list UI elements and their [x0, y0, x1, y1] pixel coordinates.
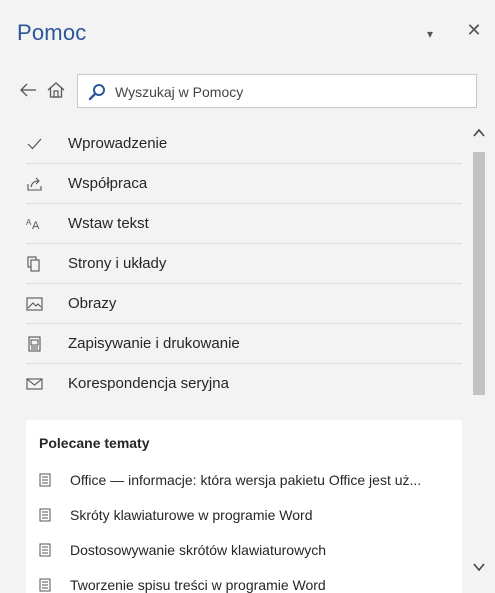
- document-icon: [39, 473, 51, 487]
- picture-icon: [26, 297, 43, 311]
- topic-link[interactable]: Tworzenie spisu treści w programie Word: [39, 571, 459, 593]
- help-pane: Pomoc ▾ ✕ Wprowadzenie Ws: [0, 0, 495, 593]
- document-icon: [39, 543, 51, 557]
- recommended-topics-title: Polecane tematy: [39, 435, 150, 451]
- arrow-left-icon[interactable]: [18, 80, 38, 100]
- pane-title: Pomoc: [17, 20, 87, 45]
- document-icon: [39, 508, 51, 522]
- topic-label: Dostosowywanie skrótów klawiaturowych: [70, 542, 326, 558]
- share-icon: [27, 177, 42, 191]
- category-label: Obrazy: [68, 295, 117, 312]
- recommended-topics-panel: Polecane tematy Office — informacje: któ…: [26, 420, 462, 593]
- search-icon: [88, 84, 105, 101]
- home-icon[interactable]: [46, 80, 66, 100]
- category-item-wprowadzenie[interactable]: Wprowadzenie: [26, 124, 462, 164]
- topic-link[interactable]: Skróty klawiaturowe w programie Word: [39, 501, 459, 531]
- category-item-korespondencja-seryjna[interactable]: Korespondencja seryjna: [26, 364, 462, 404]
- topic-link[interactable]: Office — informacje: która wersja pakiet…: [39, 466, 459, 496]
- topic-label: Office — informacje: która wersja pakiet…: [70, 472, 422, 488]
- topic-label: Tworzenie spisu treści w programie Word: [70, 577, 326, 593]
- printer-icon: [28, 336, 41, 352]
- topic-link[interactable]: Dostosowywanie skrótów klawiaturowych: [39, 536, 459, 566]
- chevron-up-icon[interactable]: [472, 126, 486, 140]
- topic-label: Skróty klawiaturowe w programie Word: [70, 507, 313, 523]
- search-box[interactable]: [77, 74, 477, 109]
- document-icon: [39, 578, 51, 592]
- help-content-list: Wprowadzenie Współpraca A A Wstaw tekst …: [0, 120, 470, 593]
- category-label: Zapisywanie i drukowanie: [68, 335, 240, 352]
- category-item-zapisywanie-i-drukowanie[interactable]: Zapisywanie i drukowanie: [26, 324, 462, 364]
- scrollbar-thumb[interactable]: [473, 152, 485, 395]
- checkmark-icon: [27, 138, 42, 150]
- category-item-wspolpraca[interactable]: Współpraca: [26, 164, 462, 204]
- category-label: Współpraca: [68, 175, 148, 192]
- pages-icon: [27, 256, 40, 272]
- category-label: Wstaw tekst: [68, 215, 149, 232]
- vertical-scrollbar[interactable]: [470, 120, 488, 586]
- category-label: Wprowadzenie: [68, 135, 168, 152]
- category-label: Strony i układy: [68, 255, 167, 272]
- category-item-obrazy[interactable]: Obrazy: [26, 284, 462, 324]
- category-label: Korespondencja seryjna: [68, 375, 229, 392]
- chevron-down-icon[interactable]: [472, 560, 486, 574]
- search-input[interactable]: [113, 75, 472, 109]
- pane-options-dropdown-icon[interactable]: ▾: [420, 24, 440, 44]
- category-item-strony-i-uklady[interactable]: Strony i układy: [26, 244, 462, 284]
- font-size-icon: A A: [26, 218, 40, 232]
- close-icon[interactable]: ✕: [464, 20, 484, 40]
- category-item-wstaw-tekst[interactable]: A A Wstaw tekst: [26, 204, 462, 244]
- svg-text:A: A: [32, 220, 40, 232]
- envelope-icon: [26, 378, 43, 390]
